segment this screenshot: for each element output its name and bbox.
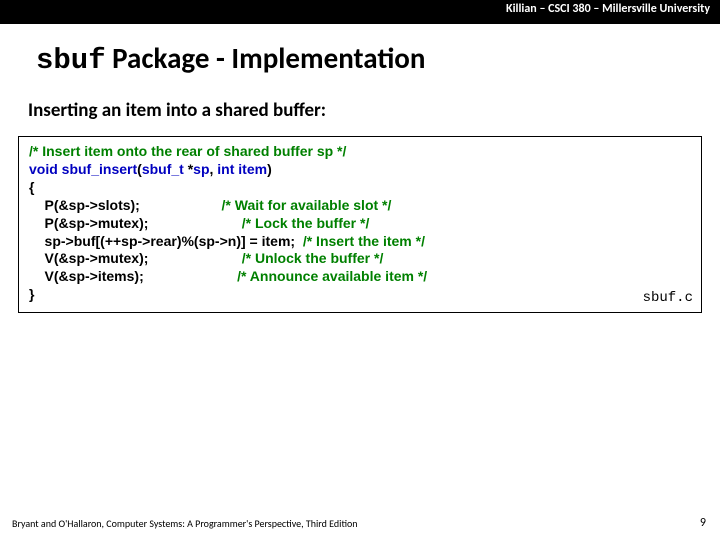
code-punct: * <box>184 161 193 177</box>
page-number: 9 <box>700 516 706 530</box>
title-rest: Package - Implementation <box>106 40 426 76</box>
code-stmt: P(&sp->slots); <box>29 197 222 213</box>
code-stmt: P(&sp->mutex); <box>29 215 242 231</box>
code-comment: /* Wait for available slot */ <box>222 197 392 213</box>
slide: Killian – CSCI 380 – Millersville Univer… <box>0 0 720 540</box>
header-text: Killian – CSCI 380 – Millersville Univer… <box>506 2 710 16</box>
code-filename: sbuf.c <box>643 290 693 308</box>
code-box: /* Insert item onto the rear of shared b… <box>18 136 702 313</box>
code-brace: { <box>29 179 34 195</box>
code-keyword: void <box>29 161 58 177</box>
code-brace: } <box>29 286 34 302</box>
code-stmt: V(&sp->items); <box>29 268 237 284</box>
code-comment: /* Lock the buffer */ <box>242 215 370 231</box>
code-punct: ) <box>267 161 272 177</box>
code-stmt: sp->buf[(++sp->rear)%(sp->n)] = item; <box>29 233 303 249</box>
code-var: item <box>238 161 267 177</box>
code-var: sp <box>193 161 209 177</box>
code-line: P(&sp->slots); /* Wait for available slo… <box>29 197 691 215</box>
code-line: void sbuf_insert(sbuf_t *sp, int item) <box>29 161 691 179</box>
subheading: Inserting an item into a shared buffer: <box>28 99 720 122</box>
code-type: sbuf_t <box>142 161 184 177</box>
code-func-name: sbuf_insert <box>58 161 137 177</box>
code-line: sp->buf[(++sp->rear)%(sp->n)] = item; /*… <box>29 233 691 251</box>
code-line: /* Insert item onto the rear of shared b… <box>29 143 691 161</box>
page-title: sbuf Package - Implementation <box>36 40 720 77</box>
code-line: V(&sp->mutex); /* Unlock the buffer */ <box>29 250 691 268</box>
code-keyword: int <box>217 161 234 177</box>
code-line: } <box>29 286 691 304</box>
code-line: V(&sp->items); /* Announce available ite… <box>29 268 691 286</box>
header-bar: Killian – CSCI 380 – Millersville Univer… <box>0 0 720 24</box>
code-line: P(&sp->mutex); /* Lock the buffer */ <box>29 215 691 233</box>
code-stmt: V(&sp->mutex); <box>29 250 242 266</box>
footer-citation: Bryant and O'Hallaron, Computer Systems:… <box>12 517 358 530</box>
code-comment: /* Insert item onto the rear of shared b… <box>29 143 346 159</box>
code-line: { <box>29 179 691 197</box>
code-comment: /* Announce available item */ <box>237 268 427 284</box>
title-mono: sbuf <box>36 44 106 77</box>
code-comment: /* Insert the item */ <box>303 233 425 249</box>
code-comment: /* Unlock the buffer */ <box>242 250 384 266</box>
